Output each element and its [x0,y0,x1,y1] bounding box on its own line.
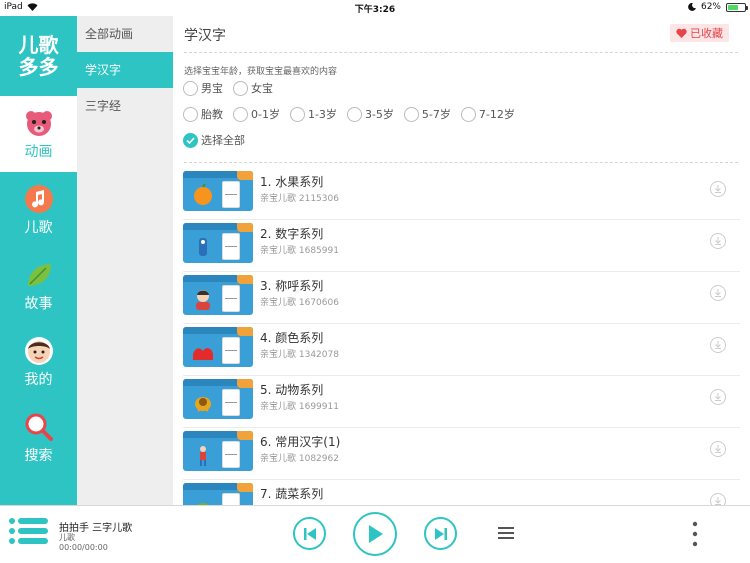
sidebar-item-search[interactable]: 搜索 [0,400,77,476]
radio-icon [289,106,305,122]
moon-icon [688,3,696,11]
status-bar: iPad 下午3:26 62% [0,0,750,16]
battery-icon [726,2,748,12]
video-thumbnail [183,431,253,471]
category-three-character-classic[interactable]: 三字经 [77,88,173,124]
app-logo: 儿歌 多多 [18,33,59,79]
previous-icon [303,527,316,540]
list-item-subtitle: 亲宝儿歌 1342078 [260,350,339,360]
list-item-title: 4. 颜色系列 [260,331,324,345]
list-item-subtitle: 亲宝儿歌 1082962 [260,454,339,464]
previous-button[interactable] [293,517,326,550]
child-face-icon [24,336,54,366]
category-learn-characters[interactable]: 学汉字 [77,52,173,88]
content-panel: 学汉字 已收藏 选择宝宝年龄，获取宝宝最喜欢的内容 男宝 女宝 胎教 0-1岁 … [173,16,750,505]
video-thumbnail [183,223,253,263]
gender-option-girl[interactable]: 女宝 [233,80,273,96]
filter-hint: 选择宝宝年龄，获取宝宝最喜欢的内容 [184,67,338,77]
status-time: 下午3:26 [354,5,396,15]
bear-icon [24,108,54,138]
list-item-title: 3. 称呼系列 [260,279,324,293]
next-button[interactable] [424,517,457,550]
video-list: 1. 水果系列 亲宝儿歌 2115306 2. 数字系列 亲宝儿歌 168599… [183,168,740,505]
divider [184,52,738,53]
video-thumbnail [183,379,253,419]
favorite-label: 已收藏 [690,27,723,40]
category-all-animation[interactable]: 全部动画 [77,16,173,52]
list-item[interactable]: 7. 蔬菜系列 [183,480,740,505]
list-item-title: 5. 动物系列 [260,383,324,397]
radio-icon [233,80,248,96]
play-button[interactable] [353,512,397,556]
download-icon[interactable] [710,285,726,301]
radio-icon [183,106,198,122]
radio-icon [233,106,248,122]
age-option-0-1[interactable]: 0-1岁 [233,106,280,122]
player-artist: 儿歌 [59,533,75,542]
download-icon[interactable] [710,493,726,505]
select-all-option[interactable]: 选择全部 [183,132,245,148]
list-item[interactable]: 5. 动物系列 亲宝儿歌 1699911 [183,376,740,428]
sidebar-item-stories[interactable]: 故事 [0,248,77,324]
menu-icon[interactable] [498,525,514,541]
play-icon [369,525,383,543]
divider [184,162,738,163]
leaf-icon [24,260,54,290]
download-icon[interactable] [710,181,726,197]
age-filter: 胎教 0-1岁 1-3岁 3-5岁 5-7岁 7-12岁 [183,106,515,122]
select-all-row: 选择全部 [183,132,245,148]
download-icon[interactable] [710,441,726,457]
list-item-subtitle: 亲宝儿歌 2115306 [260,194,339,204]
list-item-title: 1. 水果系列 [260,175,324,189]
radio-icon [346,106,362,122]
sidebar-item-songs[interactable]: 儿歌 [0,172,77,248]
list-item-subtitle: 亲宝儿歌 1685991 [260,246,339,256]
video-thumbnail [183,275,253,315]
player-bar: 拍拍手 三字儿歌 儿歌 00:00/00:00 [0,505,750,563]
video-thumbnail [183,483,253,505]
download-icon[interactable] [710,337,726,353]
download-icon[interactable] [710,233,726,249]
radio-icon [460,106,476,122]
list-item-title: 7. 蔬菜系列 [260,487,324,501]
list-item-subtitle: 亲宝儿歌 1699911 [260,402,339,412]
list-item-title: 2. 数字系列 [260,227,324,241]
battery-percent: 62% [700,2,721,12]
age-option-5-7[interactable]: 5-7岁 [403,106,451,122]
list-item-title: 6. 常用汉字(1) [260,435,341,449]
list-item[interactable]: 6. 常用汉字(1) 亲宝儿歌 1082962 [183,428,740,480]
video-thumbnail [183,327,253,367]
playlist-icon[interactable] [9,517,49,551]
music-note-icon [24,184,54,214]
list-item[interactable]: 3. 称呼系列 亲宝儿歌 1670606 [183,272,740,324]
more-options-icon[interactable] [692,521,698,547]
main-sidebar: 儿歌 多多 动画 儿歌 故事 我的 搜索 [0,16,77,505]
download-icon[interactable] [710,389,726,405]
age-option-1-3[interactable]: 1-3岁 [289,106,337,122]
page-title: 学汉字 [184,28,226,44]
age-option-7-12[interactable]: 7-12岁 [460,106,515,122]
heart-icon [676,28,687,38]
sidebar-item-animation[interactable]: 动画 [0,96,77,172]
magnifier-icon [24,412,54,442]
list-item[interactable]: 4. 颜色系列 亲宝儿歌 1342078 [183,324,740,376]
favorite-button[interactable]: 已收藏 [670,24,729,42]
gender-filter: 男宝 女宝 [183,80,273,96]
player-time: 00:00/00:00 [59,543,108,552]
age-option-3-5[interactable]: 3-5岁 [346,106,394,122]
age-option-prenatal[interactable]: 胎教 [183,106,223,122]
gender-option-boy[interactable]: 男宝 [183,80,223,96]
list-item[interactable]: 2. 数字系列 亲宝儿歌 1685991 [183,220,740,272]
radio-icon [403,106,419,122]
list-item[interactable]: 1. 水果系列 亲宝儿歌 2115306 [183,168,740,220]
video-thumbnail [183,171,253,211]
list-item-subtitle: 亲宝儿歌 1670606 [260,298,339,308]
checkmark-icon [183,132,198,148]
sidebar-item-mine[interactable]: 我的 [0,324,77,400]
radio-icon [183,80,198,96]
next-icon [434,527,447,540]
category-list: 全部动画 学汉字 三字经 [77,16,173,505]
